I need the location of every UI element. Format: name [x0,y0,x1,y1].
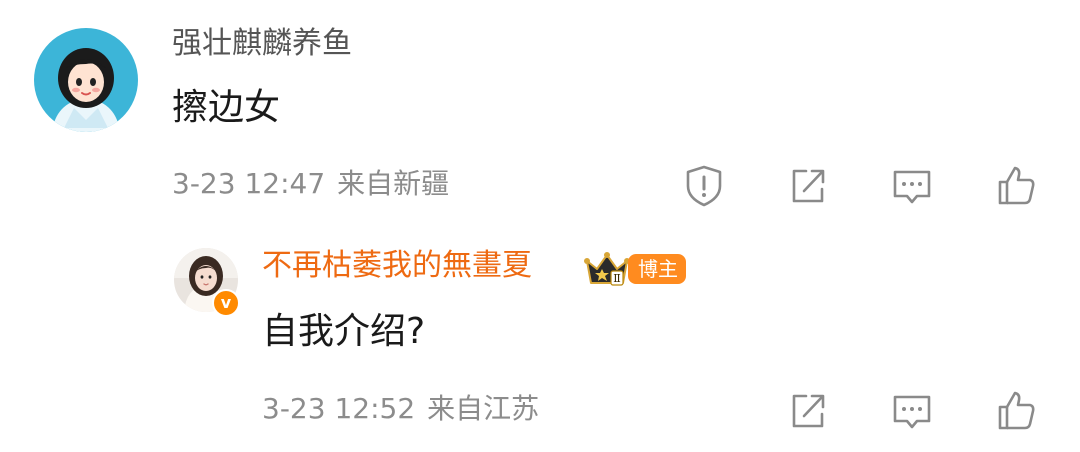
reply-time: 3-23 12:52 [262,392,416,425]
blogger-badge: 博主 [628,254,686,284]
cartoon-girl-avatar-icon [34,28,138,132]
reply-like-button[interactable] [992,387,1040,435]
comment-username[interactable]: 强壮麒麟养鱼 [172,26,352,62]
crown-icon: Ⅱ [584,252,630,286]
like-button[interactable] [992,162,1040,210]
reply-meta: 3-23 12:52 来自江苏 [262,392,539,426]
like-icon [998,391,1035,430]
reply-comment-button[interactable] [888,387,936,435]
comment-meta: 3-23 12:47 来自新疆 [172,167,449,201]
comment-icon [893,170,931,204]
crown-level: Ⅱ [613,272,620,285]
share-button[interactable] [784,162,832,210]
comment-icon [893,395,931,429]
reply-username[interactable]: 不再枯萎我的無畫夏 [262,248,532,284]
comment-button[interactable] [888,162,936,210]
reply-share-button[interactable] [784,387,832,435]
comment-avatar[interactable] [34,28,138,132]
comment-location: 来自新疆 [337,167,450,200]
report-icon [686,165,722,207]
share-icon [792,169,825,203]
like-icon [998,166,1035,205]
comment-text: 擦边女 [172,87,281,128]
reply-text: 自我介绍? [262,311,426,352]
verified-badge: v [212,289,240,317]
crown-badge: Ⅱ [583,249,631,289]
reply-location: 来自江苏 [427,392,540,425]
share-icon [792,394,825,428]
comment-time: 3-23 12:47 [172,167,326,200]
report-button[interactable] [680,162,728,210]
